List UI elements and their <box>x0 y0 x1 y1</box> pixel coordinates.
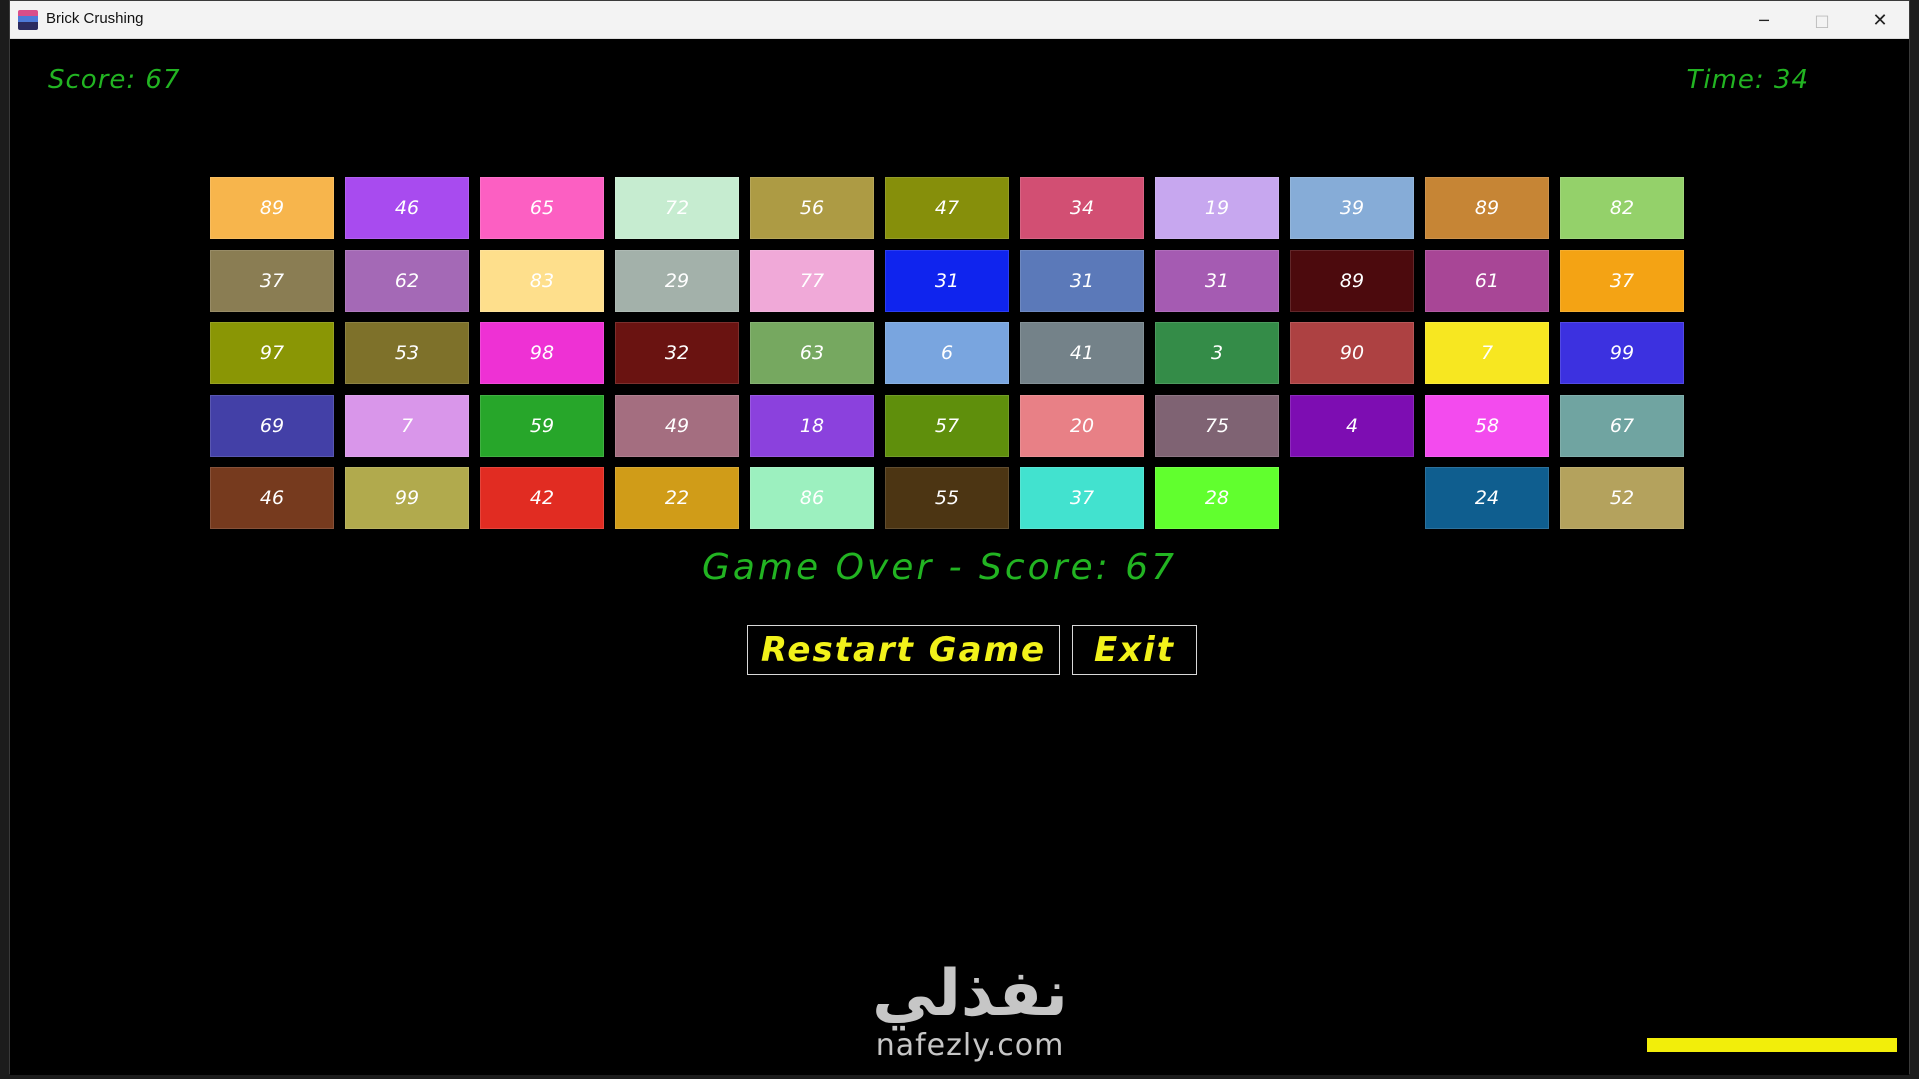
brick: 62 <box>345 249 469 312</box>
window-title: Brick Crushing <box>46 10 144 27</box>
close-button[interactable]: ✕ <box>1851 1 1909 39</box>
brick: 49 <box>615 394 739 457</box>
brick: 52 <box>1560 467 1684 529</box>
brick: 31 <box>1020 249 1144 312</box>
brick: 99 <box>345 467 469 529</box>
brick: 99 <box>1560 322 1684 384</box>
brick: 97 <box>210 322 334 384</box>
brick: 29 <box>615 249 739 312</box>
brick: 46 <box>345 177 469 239</box>
brick: 32 <box>615 322 739 384</box>
game-canvas[interactable]: Score: 67 Time: 34 89 46 65 72 56 47 34 19 39 89 8… <box>10 39 1909 1075</box>
watermark-arabic-text: نفذلي <box>872 957 1068 1031</box>
brick: 7 <box>345 394 469 457</box>
brick: 24 <box>1425 467 1549 529</box>
brick: 37 <box>210 249 334 312</box>
brick: 59 <box>480 394 604 457</box>
brick: 55 <box>885 467 1009 529</box>
brick: 67 <box>1560 394 1684 457</box>
maximize-button[interactable]: □ <box>1793 1 1851 39</box>
brick: 22 <box>615 467 739 529</box>
brick: 89 <box>1425 177 1549 239</box>
brick: 46 <box>210 467 334 529</box>
time-display: Time: 34 <box>1686 65 1809 95</box>
brick: 75 <box>1155 394 1279 457</box>
brick: 7 <box>1425 322 1549 384</box>
brick: 57 <box>885 394 1009 457</box>
brick: 65 <box>480 177 604 239</box>
brick: 72 <box>615 177 739 239</box>
brick: 98 <box>480 322 604 384</box>
brick: 82 <box>1560 177 1684 239</box>
brick: 89 <box>210 177 334 239</box>
app-icon <box>18 10 38 30</box>
brick: 20 <box>1020 394 1144 457</box>
title-bar[interactable]: Brick Crushing ─ □ ✕ <box>10 1 1909 39</box>
brick: 39 <box>1290 177 1414 239</box>
brick: 37 <box>1560 249 1684 312</box>
brick: 61 <box>1425 249 1549 312</box>
brick: 4 <box>1290 394 1414 457</box>
brick: 58 <box>1425 394 1549 457</box>
brick: 31 <box>1155 249 1279 312</box>
brick: 86 <box>750 467 874 529</box>
brick: 41 <box>1020 322 1144 384</box>
brick: 31 <box>885 249 1009 312</box>
brick: 18 <box>750 394 874 457</box>
brick: 77 <box>750 249 874 312</box>
watermark: نفذلي nafezly.com <box>850 959 1090 1063</box>
exit-button[interactable]: Exit <box>1072 625 1197 675</box>
brick: 19 <box>1155 177 1279 239</box>
brick: 63 <box>750 322 874 384</box>
brick: 37 <box>1020 467 1144 529</box>
brick: 28 <box>1155 467 1279 529</box>
brick: 69 <box>210 394 334 457</box>
minimize-button[interactable]: ─ <box>1735 1 1793 39</box>
brick: 53 <box>345 322 469 384</box>
restart-game-button[interactable]: Restart Game <box>747 625 1060 675</box>
brick: 83 <box>480 249 604 312</box>
brick: 56 <box>750 177 874 239</box>
brick: 89 <box>1290 249 1414 312</box>
brick: 47 <box>885 177 1009 239</box>
brick: 6 <box>885 322 1009 384</box>
brick: 42 <box>480 467 604 529</box>
game-window: Brick Crushing ─ □ ✕ Score: 67 Time: 34 … <box>9 0 1910 1075</box>
paddle[interactable] <box>1647 1038 1897 1052</box>
game-over-message: Game Over - Score: 67 <box>701 547 1178 588</box>
brick: 90 <box>1290 322 1414 384</box>
brick: 34 <box>1020 177 1144 239</box>
score-display: Score: 67 <box>48 65 181 95</box>
brick: 3 <box>1155 322 1279 384</box>
watermark-url-text: nafezly.com <box>875 1028 1065 1063</box>
